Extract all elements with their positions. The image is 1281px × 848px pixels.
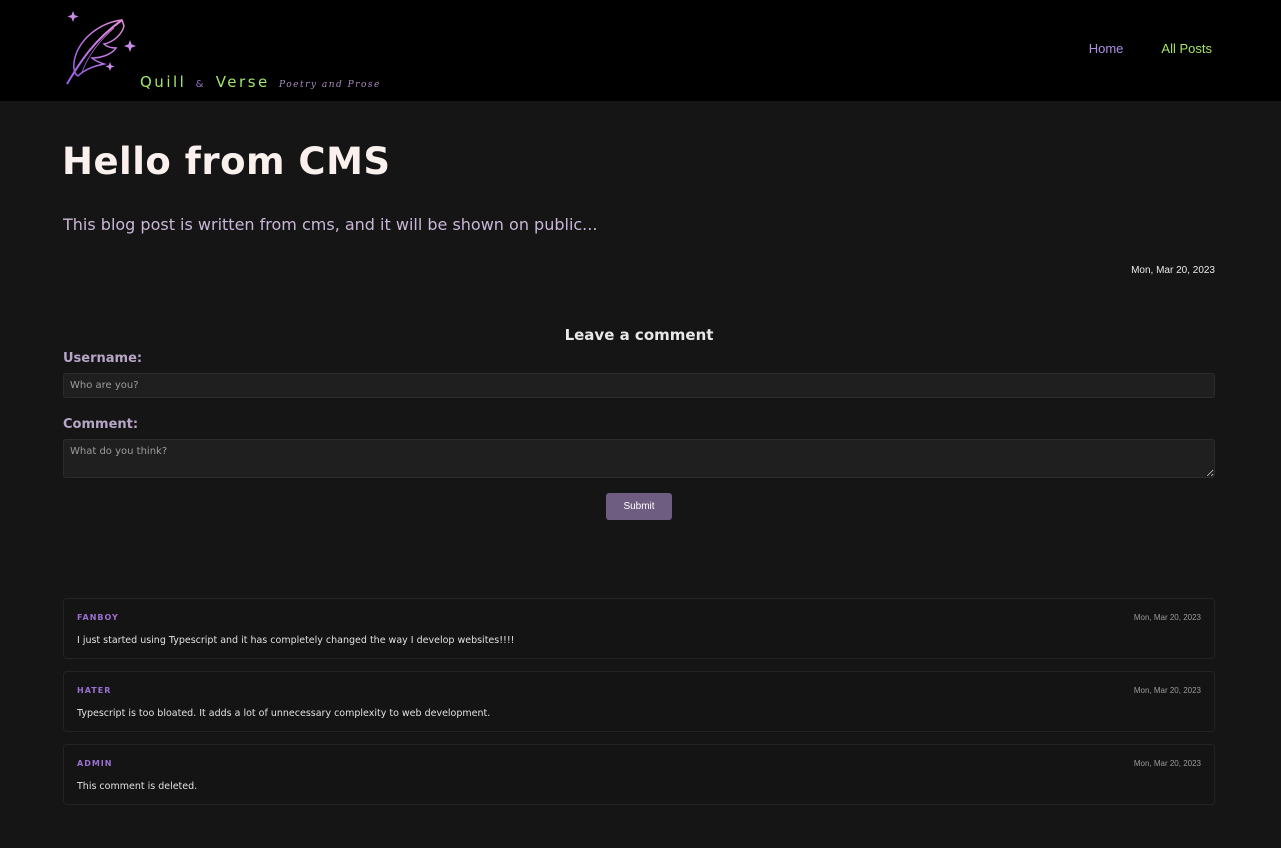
comment-author: ADMIN	[77, 759, 113, 768]
comment-card: HATER Mon, Mar 20, 2023 Typescript is to…	[63, 671, 1215, 732]
post-date: Mon, Mar 20, 2023	[1131, 265, 1215, 276]
brand-tagline: Poetry and Prose	[279, 80, 381, 90]
comment-textarea[interactable]	[63, 439, 1215, 478]
comment-label: Comment:	[63, 417, 139, 432]
brand-ampersand: &	[195, 79, 205, 90]
submit-button[interactable]: Submit	[606, 493, 672, 520]
comment-body: I just started using Typescript and it h…	[77, 635, 515, 646]
brand-wordmark[interactable]: Quill & Verse Poetry and Prose	[140, 73, 381, 91]
username-input[interactable]	[63, 373, 1215, 398]
nav-link-home[interactable]: Home	[1089, 41, 1124, 56]
comment-author: FANBOY	[77, 613, 119, 622]
comments-list: FANBOY Mon, Mar 20, 2023 I just started …	[63, 598, 1215, 817]
comment-date: Mon, Mar 20, 2023	[1133, 613, 1201, 622]
comment-body: Typescript is too bloated. It adds a lot…	[77, 708, 491, 719]
comment-author: HATER	[77, 686, 112, 695]
nav-link-all-posts[interactable]: All Posts	[1161, 41, 1212, 56]
post-excerpt: This blog post is written from cms, and …	[63, 215, 598, 234]
username-label: Username:	[63, 351, 143, 366]
quill-feather-sparkles-icon[interactable]	[64, 10, 140, 88]
brand-word-quill: Quill	[140, 73, 187, 91]
comment-date: Mon, Mar 20, 2023	[1133, 759, 1201, 768]
main-nav: Home All Posts	[1089, 41, 1212, 56]
brand-word-verse: Verse	[215, 73, 270, 91]
comment-form-title: Leave a comment	[564, 326, 714, 344]
site-header: Quill & Verse Poetry and Prose Home All …	[0, 0, 1281, 101]
post-title: Hello from CMS	[62, 140, 391, 183]
comment-card: ADMIN Mon, Mar 20, 2023 This comment is …	[63, 744, 1215, 805]
comment-body: This comment is deleted.	[77, 781, 198, 792]
comment-card: FANBOY Mon, Mar 20, 2023 I just started …	[63, 598, 1215, 659]
comment-date: Mon, Mar 20, 2023	[1133, 686, 1201, 695]
